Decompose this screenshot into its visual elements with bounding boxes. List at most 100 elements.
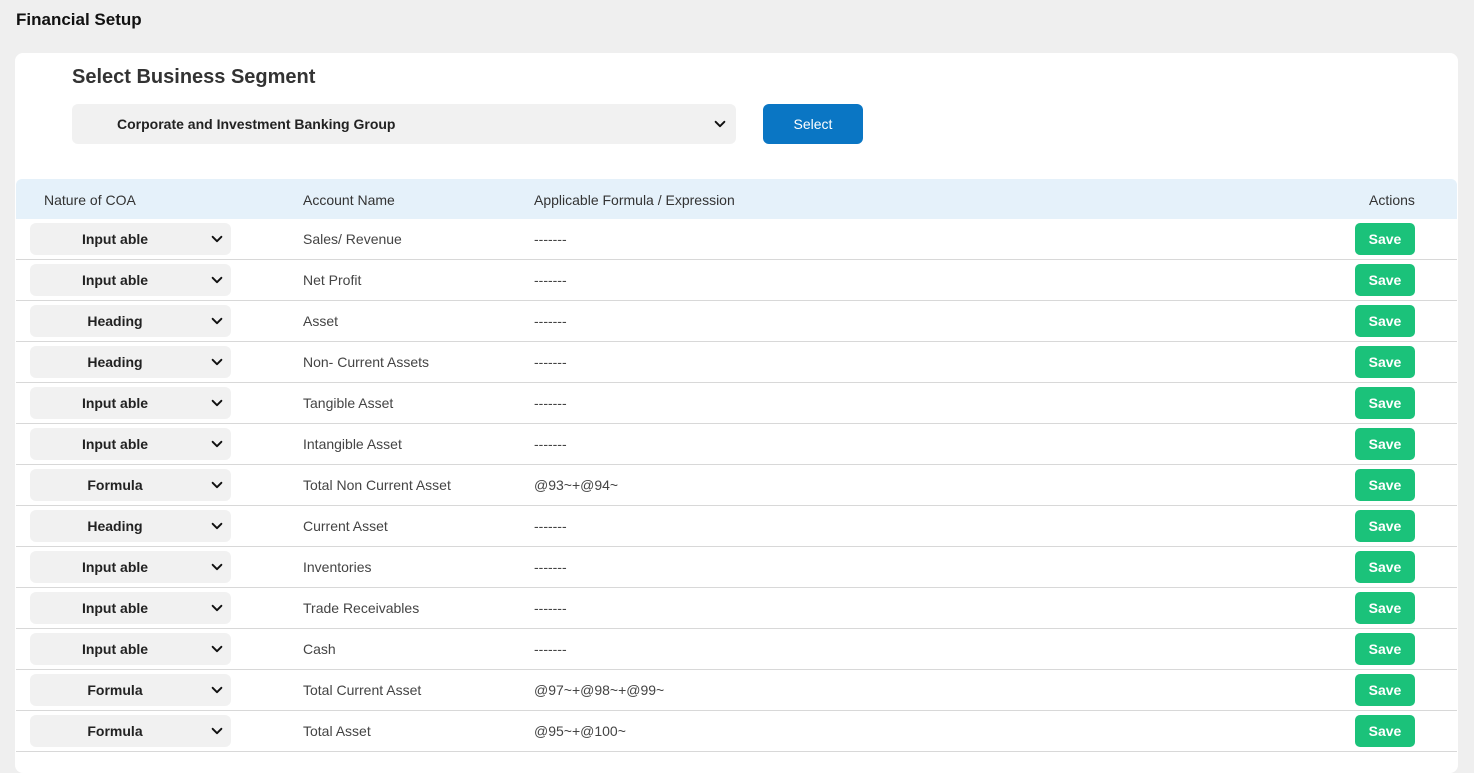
account-name: Inventories	[303, 559, 372, 575]
formula-expression: @93~+@94~	[534, 477, 619, 493]
chevron-down-icon	[209, 354, 225, 370]
nature-of-coa-value: Formula	[87, 682, 143, 698]
nature-of-coa-value: Heading	[87, 313, 143, 329]
table-row: Input able Inventories ------- Save	[16, 547, 1457, 588]
chevron-down-icon	[209, 436, 225, 452]
nature-of-coa-dropdown[interactable]: Input able	[30, 428, 231, 460]
save-button[interactable]: Save	[1355, 715, 1415, 747]
table-row: Formula Total Asset @95~+@100~ Save	[16, 711, 1457, 752]
nature-of-coa-value: Heading	[87, 354, 143, 370]
nature-of-coa-value: Heading	[87, 518, 143, 534]
nature-of-coa-value: Input able	[81, 231, 149, 247]
select-button[interactable]: Select	[763, 104, 863, 144]
column-header-actions: Actions	[1369, 192, 1415, 208]
column-header-account: Account Name	[303, 192, 395, 208]
account-name: Intangible Asset	[303, 436, 402, 452]
account-name: Net Profit	[303, 272, 362, 288]
account-name: Sales/ Revenue	[303, 231, 402, 247]
table-row: Formula Total Non Current Asset @93~+@94~ S…	[16, 465, 1457, 506]
formula-expression: @95~+@100~	[534, 723, 626, 739]
save-button[interactable]: Save	[1355, 428, 1415, 460]
table-header: Nature of COA Account Name Applicable Fo…	[16, 179, 1457, 219]
nature-of-coa-value: Formula	[87, 723, 143, 739]
chevron-down-icon	[209, 272, 225, 288]
table-row: Heading Non- Current Assets ------- Save	[16, 342, 1457, 383]
table-row: Heading Asset ------- Save	[16, 301, 1457, 342]
account-name: Cash	[303, 641, 336, 657]
nature-of-coa-value: Input able	[81, 395, 149, 411]
formula-expression: -------	[534, 313, 567, 329]
nature-of-coa-value: Input able	[81, 272, 149, 288]
business-segment-dropdown[interactable]: Corporate and Investment Banking Group	[72, 104, 736, 144]
account-name: Total Current Asset	[303, 682, 422, 698]
table-row: Input able Trade Receivables ------- Save	[16, 588, 1457, 629]
chevron-down-icon	[209, 477, 225, 493]
account-name: Total Asset	[303, 723, 371, 739]
table-row: Heading Current Asset ------- Save	[16, 506, 1457, 547]
nature-of-coa-dropdown[interactable]: Heading	[30, 305, 231, 337]
chevron-down-icon	[209, 231, 225, 247]
nature-of-coa-dropdown[interactable]: Heading	[30, 510, 231, 542]
nature-of-coa-value: Input able	[81, 600, 149, 616]
nature-of-coa-dropdown[interactable]: Heading	[30, 346, 231, 378]
save-button[interactable]: Save	[1355, 387, 1415, 419]
save-button[interactable]: Save	[1355, 305, 1415, 337]
account-name: Total Non Current Asset	[303, 477, 451, 493]
chevron-down-icon	[209, 559, 225, 575]
formula-expression: -------	[534, 518, 567, 534]
chevron-down-icon	[209, 723, 225, 739]
save-button[interactable]: Save	[1355, 510, 1415, 542]
save-button[interactable]: Save	[1355, 264, 1415, 296]
table-row: Formula Total Current Asset @97~+@98~+@99~…	[16, 670, 1457, 711]
chevron-down-icon	[712, 116, 728, 132]
table-row: Input able Cash ------- Save	[16, 629, 1457, 670]
page-title: Financial Setup	[16, 10, 142, 29]
table-row: Input able Net Profit ------- Save	[16, 260, 1457, 301]
save-button[interactable]: Save	[1355, 592, 1415, 624]
table-row: Input able Tangible Asset ------- Save	[16, 383, 1457, 424]
nature-of-coa-dropdown[interactable]: Input able	[30, 592, 231, 624]
chevron-down-icon	[209, 641, 225, 657]
formula-expression: -------	[534, 600, 567, 616]
chevron-down-icon	[209, 313, 225, 329]
nature-of-coa-dropdown[interactable]: Input able	[30, 551, 231, 583]
account-name: Non- Current Assets	[303, 354, 430, 370]
table-body: Input able Sales/ Revenue ------- Save Input…	[16, 219, 1457, 752]
save-button[interactable]: Save	[1355, 223, 1415, 255]
nature-of-coa-dropdown[interactable]: Formula	[30, 715, 231, 747]
chevron-down-icon	[209, 600, 225, 616]
nature-of-coa-dropdown[interactable]: Input able	[30, 223, 231, 255]
business-segment-value: Corporate and Investment Banking Group	[117, 116, 396, 132]
formula-expression: -------	[534, 231, 567, 247]
account-name: Trade Receivables	[303, 600, 420, 616]
save-button[interactable]: Save	[1355, 551, 1415, 583]
save-button[interactable]: Save	[1355, 346, 1415, 378]
nature-of-coa-dropdown[interactable]: Input able	[30, 387, 231, 419]
nature-of-coa-dropdown[interactable]: Formula	[30, 469, 231, 501]
account-name: Asset	[303, 313, 339, 329]
nature-of-coa-dropdown[interactable]: Formula	[30, 674, 231, 706]
nature-of-coa-value: Formula	[87, 477, 143, 493]
chevron-down-icon	[209, 395, 225, 411]
formula-expression: -------	[534, 395, 567, 411]
coa-table: Nature of COA Account Name Applicable Fo…	[16, 179, 1457, 752]
account-name: Tangible Asset	[303, 395, 394, 411]
save-button[interactable]: Save	[1355, 674, 1415, 706]
table-row: Input able Intangible Asset ------- Save	[16, 424, 1457, 465]
save-button[interactable]: Save	[1355, 633, 1415, 665]
nature-of-coa-dropdown[interactable]: Input able	[30, 264, 231, 296]
segment-card: Select Business Segment Corporate and In…	[15, 53, 1458, 773]
nature-of-coa-value: Input able	[81, 641, 149, 657]
chevron-down-icon	[209, 682, 225, 698]
formula-expression: @97~+@98~+@99~	[534, 682, 665, 698]
column-header-formula: Applicable Formula / Expression	[534, 192, 735, 208]
formula-expression: -------	[534, 436, 567, 452]
table-row: Input able Sales/ Revenue ------- Save	[16, 219, 1457, 260]
account-name: Current Asset	[303, 518, 388, 534]
formula-expression: -------	[534, 559, 567, 575]
column-header-nature: Nature of COA	[44, 192, 136, 208]
formula-expression: -------	[534, 272, 567, 288]
nature-of-coa-dropdown[interactable]: Input able	[30, 633, 231, 665]
nature-of-coa-value: Input able	[81, 436, 149, 452]
save-button[interactable]: Save	[1355, 469, 1415, 501]
